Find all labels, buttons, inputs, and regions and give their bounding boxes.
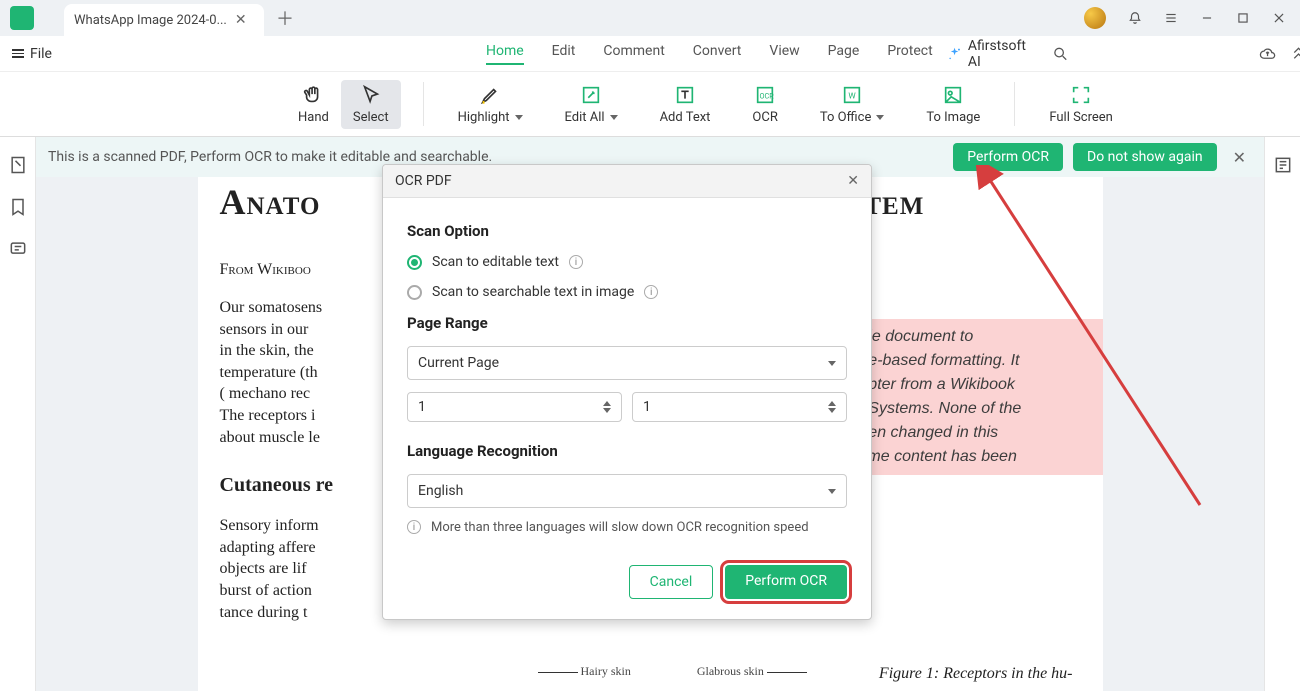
add-text-icon [674,84,696,106]
figure-caption: Figure 1: Receptors in the hu- [879,665,1073,683]
page-range-heading: Page Range [407,314,847,332]
tab-close-icon[interactable]: ✕ [235,12,247,28]
tab-view[interactable]: View [769,43,799,65]
range-from-spinner[interactable]: 1 [407,392,622,422]
menu-tabs: Home Edit Comment Convert View Page Prot… [486,43,933,65]
annotation-note: nple document to age-based formatting. I… [843,319,1103,475]
highlight-icon [479,84,501,106]
info-icon[interactable]: i [569,255,583,269]
range-to-value: 1 [643,399,651,415]
scan-option-heading: Scan Option [407,222,847,240]
cursor-icon [360,84,382,106]
document-tab[interactable]: WhatsApp Image 2024-0... ✕ [64,4,264,36]
radio-unchecked-icon [407,285,422,300]
page-title-start: Anato [220,182,321,222]
cloud-icon[interactable] [1259,45,1276,63]
range-to-spinner[interactable]: 1 [632,392,847,422]
ai-label: Afirstsoft AI [968,38,1038,70]
properties-icon[interactable] [1273,155,1293,175]
infobar-text: This is a scanned PDF, Perform OCR to ma… [48,149,492,165]
app-logo[interactable] [10,6,34,30]
left-sidebar [0,137,36,691]
to-image-icon [942,84,964,106]
menu-icon[interactable] [1164,11,1178,25]
svg-text:OCR: OCR [760,91,775,100]
tool-add-text[interactable]: Add Text [648,80,723,129]
ocr-modal: OCR PDF ✕ Scan Option Scan to editable t… [382,164,872,620]
tool-to-office[interactable]: W To Office [808,80,897,129]
chevron-down-icon [828,361,836,366]
notification-icon[interactable] [1128,11,1142,25]
modal-titlebar: OCR PDF ✕ [383,165,871,198]
file-menu[interactable]: File [12,46,52,62]
range-from-value: 1 [418,399,426,415]
language-heading: Language Recognition [407,442,847,460]
option-searchable-text[interactable]: Scan to searchable text in image i [407,284,847,300]
tool-hand[interactable]: Hand [286,80,341,129]
titlebar: WhatsApp Image 2024-0... ✕ ＋ [0,0,1300,36]
right-sidebar [1264,137,1300,691]
language-value: English [418,483,463,499]
svg-text:W: W [848,91,856,101]
tab-label: WhatsApp Image 2024-0... [74,13,227,28]
comment-panel-icon[interactable] [8,239,28,259]
tool-highlight[interactable]: Highlight [446,80,535,129]
edit-all-icon [580,84,602,106]
tool-to-image[interactable]: To Image [914,80,992,129]
infobar-dismiss-button[interactable]: Do not show again [1073,143,1217,171]
toolbar: Hand Select Highlight Edit All Add Text … [0,72,1300,137]
figure-labels: Hairy skin Glabrous skin [538,664,838,679]
maximize-icon[interactable] [1236,11,1250,25]
spinner-controls[interactable] [603,401,611,413]
language-select[interactable]: English [407,474,847,508]
language-hint-text: More than three languages will slow down… [431,520,809,535]
sparkle-icon [947,46,962,62]
tab-comment[interactable]: Comment [603,43,664,65]
to-office-icon: W [841,84,863,106]
close-window-icon[interactable] [1272,11,1286,25]
tool-full-screen[interactable]: Full Screen [1037,80,1125,129]
tab-home[interactable]: Home [486,43,524,65]
perform-ocr-button[interactable]: Perform OCR [725,565,847,599]
hand-icon [302,84,324,106]
opt1-label: Scan to editable text [432,254,559,270]
info-icon: i [407,520,421,534]
option-editable-text[interactable]: Scan to editable text i [407,254,847,270]
tab-protect[interactable]: Protect [887,43,932,65]
modal-close-icon[interactable]: ✕ [847,173,859,189]
infobar-perform-ocr-button[interactable]: Perform OCR [953,143,1063,171]
ai-button[interactable]: Afirstsoft AI [947,38,1039,70]
page-range-select[interactable]: Current Page [407,346,847,380]
collapse-ribbon-icon[interactable] [1290,45,1300,63]
new-tab-button[interactable]: ＋ [276,5,294,31]
file-label: File [30,46,52,62]
minimize-icon[interactable] [1200,11,1214,25]
opt2-label: Scan to searchable text in image [432,284,634,300]
tab-convert[interactable]: Convert [693,43,742,65]
info-icon[interactable]: i [644,285,658,299]
ocr-icon: OCR [754,84,776,106]
chevron-down-icon [828,489,836,494]
search-icon[interactable] [1052,45,1069,63]
spinner-controls[interactable] [828,401,836,413]
tab-page[interactable]: Page [828,43,860,65]
bookmark-icon[interactable] [8,197,28,217]
cancel-button[interactable]: Cancel [629,565,714,599]
full-screen-icon [1070,84,1092,106]
radio-checked-icon [407,255,422,270]
modal-title-text: OCR PDF [395,173,452,189]
tool-ocr[interactable]: OCR OCR [740,80,789,129]
menubar: File Home Edit Comment Convert View Page… [0,36,1300,72]
thumbnail-icon[interactable] [8,155,28,175]
page-range-value: Current Page [418,355,499,371]
tool-select[interactable]: Select [341,80,401,129]
tool-edit-all[interactable]: Edit All [553,80,630,129]
tab-edit[interactable]: Edit [552,43,576,65]
avatar[interactable] [1084,7,1106,29]
infobar-close-icon[interactable]: ✕ [1227,148,1252,167]
